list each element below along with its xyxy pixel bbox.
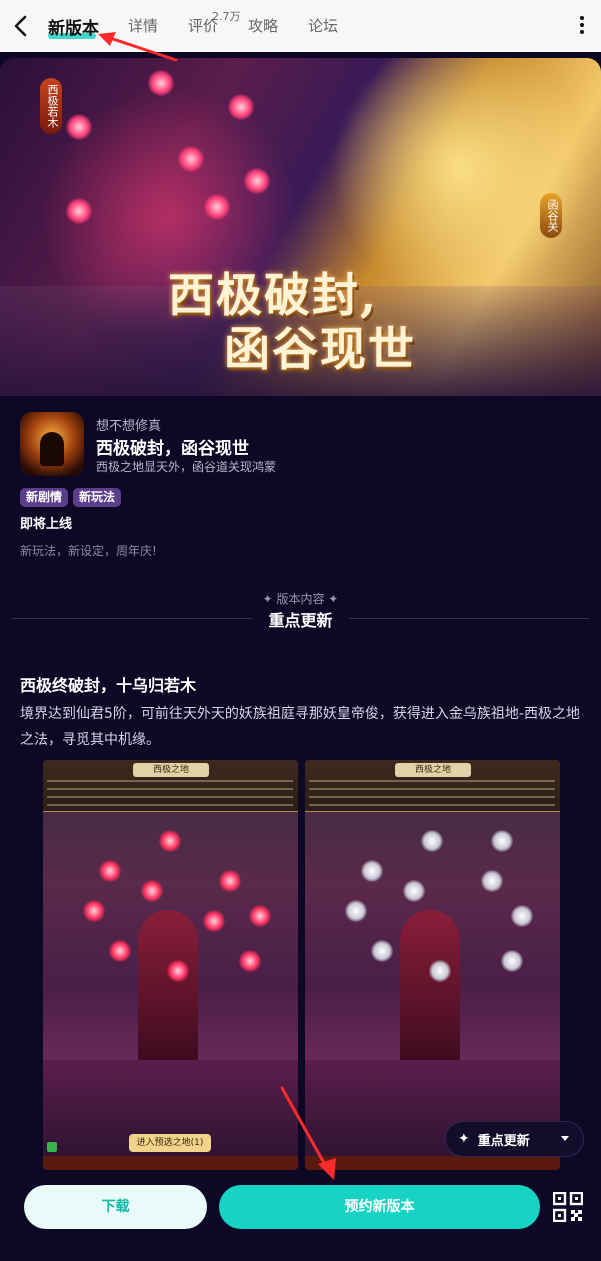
tree-trunk	[400, 910, 460, 1070]
download-button[interactable]: 下载	[24, 1185, 207, 1229]
orb	[491, 830, 513, 852]
banner-title: 西极破封, 函谷现世	[168, 268, 448, 376]
orb	[403, 880, 425, 902]
tree-trunk	[138, 910, 198, 1070]
orb	[99, 860, 121, 882]
orb	[109, 940, 131, 962]
screenshot-footer	[43, 1156, 298, 1170]
key-updates-label: 重点更新	[477, 1133, 530, 1149]
orb	[239, 950, 261, 972]
banner-orb	[204, 194, 230, 220]
orb	[421, 830, 443, 852]
orb	[219, 870, 241, 892]
banner-tag-left: 西极若木	[40, 78, 62, 134]
review-count-badge: 2.7万	[212, 10, 241, 23]
screenshot-text-lines	[309, 780, 555, 808]
caret-down-icon	[561, 1136, 569, 1141]
orb	[83, 900, 105, 922]
orb	[361, 860, 383, 882]
banner-orb	[178, 146, 204, 172]
banner-orb	[244, 168, 270, 194]
tab-forum[interactable]: 论坛	[308, 15, 338, 36]
tag-new-story: 新剧情	[20, 488, 69, 507]
article-title: 西极终破封，十乌归若木	[20, 676, 197, 695]
top-nav-bar: 新版本 详情 评价 2.7万 攻略 论坛	[0, 0, 601, 52]
screenshot-footer	[305, 1156, 560, 1170]
article-body: 境界达到仙君5阶，可前往天外天的妖族祖庭寻那妖皇帝俊，获得进入金乌族祖地-西极之…	[20, 706, 580, 748]
orb	[501, 950, 523, 972]
developer-name[interactable]: 想不想修真	[96, 415, 161, 434]
tab-strip: 新版本 详情 评价 2.7万 攻略 论坛	[0, 0, 601, 52]
qr-code-icon[interactable]	[553, 1192, 583, 1222]
reserve-new-version-button[interactable]: 预约新版本	[219, 1185, 540, 1229]
more-vertical-icon[interactable]	[579, 16, 585, 36]
version-title: 西极破封，函谷现世	[96, 439, 249, 459]
version-subtitle: 西极之地显天外，函谷道关现鸿蒙	[96, 460, 277, 474]
screenshot-ground	[43, 1060, 298, 1170]
key-updates-jump-button[interactable]: ✦ 重点更新	[445, 1121, 584, 1157]
orb	[481, 870, 503, 892]
banner-title-line1: 西极破封,	[168, 268, 379, 322]
app-icon[interactable]	[20, 412, 84, 476]
banner-tag-right: 函谷关	[540, 193, 562, 238]
orb	[203, 910, 225, 932]
checkbox-icon[interactable]	[47, 1142, 57, 1152]
orb	[371, 940, 393, 962]
section-title: 重点更新	[268, 611, 333, 630]
banner-orb	[228, 94, 254, 120]
screenshot-1[interactable]: 西极之地 进入预选之地(1)	[43, 760, 298, 1170]
banner-face-glow	[330, 58, 590, 298]
banner-title-line2: 函谷现世	[224, 322, 416, 376]
orb	[511, 905, 533, 927]
release-status: 即将上线	[20, 517, 73, 532]
banner-orb	[148, 70, 174, 96]
section-label: ✦ 版本内容 ✦	[262, 592, 339, 606]
orb	[429, 960, 451, 982]
banner-orb	[66, 114, 92, 140]
app-icon-figure	[40, 432, 64, 466]
sparkle-icon: ✦	[458, 1131, 470, 1147]
version-description: 新玩法，新设定，周年庆!	[20, 544, 157, 558]
screenshot-header-label: 西极之地	[395, 763, 471, 777]
orb	[141, 880, 163, 902]
tab-new-version[interactable]: 新版本	[48, 14, 99, 39]
enter-area-button: 进入预选之地(1)	[129, 1134, 211, 1152]
tag-new-gameplay: 新玩法	[73, 488, 122, 507]
screenshot-text-lines	[47, 780, 293, 808]
orb	[345, 900, 367, 922]
hero-banner: 西极若木 函谷关 西极破封, 函谷现世	[0, 58, 601, 396]
screenshot-2[interactable]: 西极之地	[305, 760, 560, 1170]
banner-orb	[66, 198, 92, 224]
screenshot-header-label: 西极之地	[133, 763, 209, 777]
tab-guides[interactable]: 攻略	[248, 15, 278, 36]
orb	[167, 960, 189, 982]
tab-details[interactable]: 详情	[128, 15, 158, 36]
orb	[249, 905, 271, 927]
orb	[159, 830, 181, 852]
